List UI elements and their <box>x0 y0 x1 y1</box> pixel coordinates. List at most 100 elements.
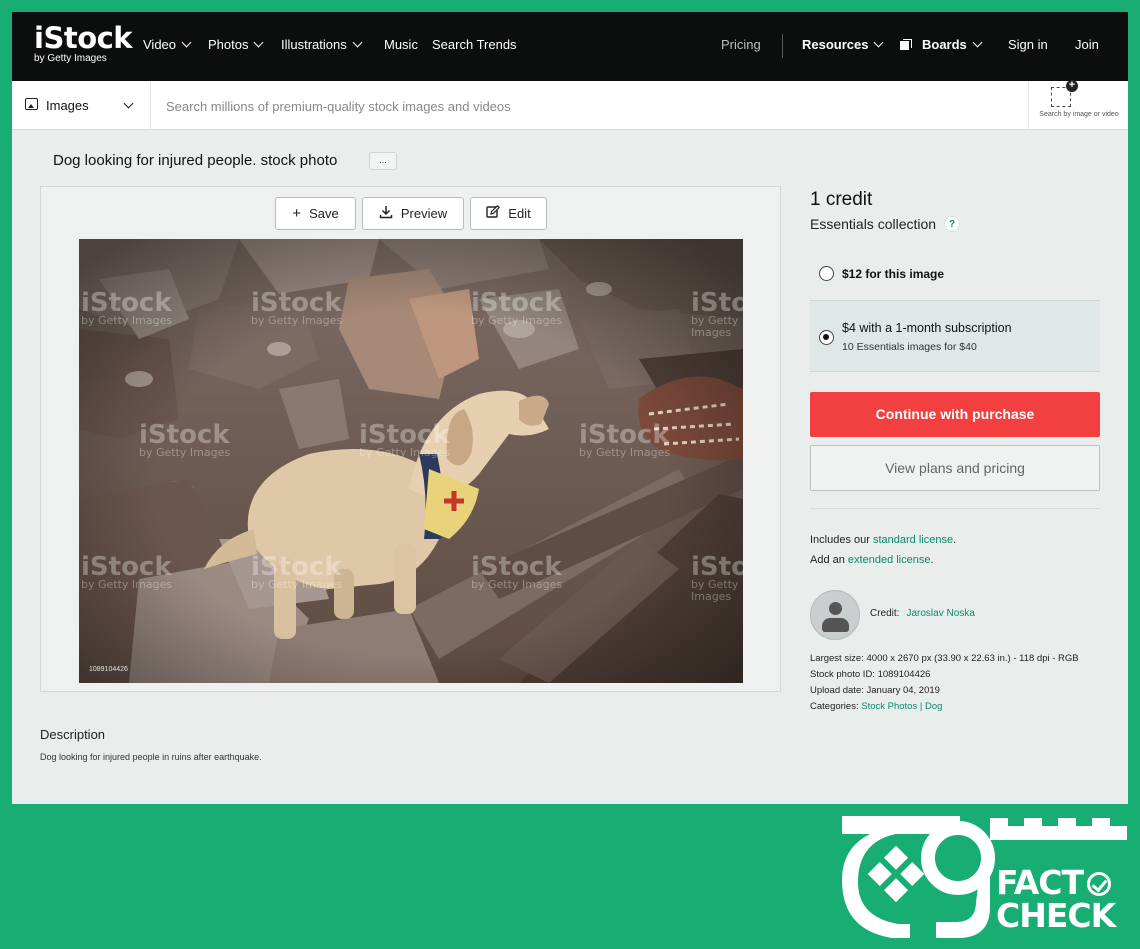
search-input[interactable] <box>166 93 1016 119</box>
chevron-down-icon <box>123 98 134 109</box>
view-plans-button[interactable]: View plans and pricing <box>810 445 1100 491</box>
stock-photo[interactable]: iStock by Getty Images iStock by Getty Ima… <box>79 239 743 683</box>
check-circle-icon <box>1087 872 1112 896</box>
logo-main: iStock <box>34 21 133 55</box>
factcheck-wordmark: FACT CHECK <box>996 866 1116 935</box>
divider <box>810 508 1100 509</box>
stock-id-value: 1089104426 <box>877 669 931 680</box>
categories-label: Categories: <box>810 701 859 712</box>
description-text: Dog looking for injured people in ruins … <box>40 752 262 762</box>
media-type-label: Images <box>46 98 89 113</box>
chevron-down-icon <box>972 37 983 48</box>
chevron-down-icon <box>254 37 264 48</box>
contributor-avatar[interactable] <box>810 590 860 640</box>
category-link-dog[interactable]: Dog <box>925 701 942 712</box>
watermark: iStockby Getty Images <box>471 552 563 591</box>
more-button[interactable]: ... <box>369 152 397 170</box>
photo-id-overlay: 1089104426 <box>89 666 128 673</box>
photo-illustration <box>79 239 743 683</box>
nav-boards[interactable]: Boards <box>900 37 983 52</box>
collection-name: Essentials collection <box>810 216 937 232</box>
search-by-image-label: Search by image or video <box>1039 111 1119 118</box>
media-type-select[interactable]: Images <box>12 81 151 130</box>
standard-license-link[interactable]: standard license <box>873 534 953 546</box>
extended-license-link[interactable]: extended license <box>848 554 931 566</box>
upload-date-value: January 04, 2019 <box>866 685 940 696</box>
description-heading: Description <box>40 727 106 742</box>
nav-search-trends[interactable]: Search Trends <box>432 37 517 52</box>
nav-pricing-label: Pricing <box>721 37 761 52</box>
avatar-body <box>822 618 849 632</box>
sign-in-label: Sign in <box>1008 37 1048 52</box>
stock-photo-id: Stock photo ID: 1089104426 <box>810 669 930 680</box>
license-suffix: . <box>953 534 957 546</box>
top-navigation: iStock by Getty Images Video Photos Illu… <box>12 12 1128 81</box>
watermark: iStockby Getty Images <box>139 420 231 459</box>
stock-id-label: Stock photo ID: <box>810 669 875 680</box>
category-separator: | <box>917 701 925 712</box>
nav-video-label: Video <box>143 37 177 52</box>
credit-label: Credit: <box>870 608 900 619</box>
browser-screen: iStock by Getty Images Video Photos Illu… <box>12 12 1128 804</box>
price-option-single[interactable]: $12 for this image <box>810 255 1100 295</box>
nav-resources-label: Resources <box>802 37 869 52</box>
watermark: iStockby Getty Images <box>471 288 563 327</box>
chevron-down-icon <box>352 37 363 48</box>
nav-boards-label: Boards <box>922 37 967 52</box>
watermark: iStockby Getty Images <box>359 420 451 459</box>
preview-button[interactable]: Preview <box>362 197 464 230</box>
extended-license-text: Add an extended license. <box>810 554 934 566</box>
watermark: iStockby Getty Images <box>251 288 343 327</box>
credit-line: Credit: Jaroslav Noska <box>870 608 975 619</box>
search-by-image-button[interactable]: Search by image or video <box>1028 80 1128 130</box>
factcheck-line2: CHECK <box>996 896 1116 935</box>
nav-resources[interactable]: Resources <box>802 37 884 52</box>
watermark: iStockby Getty Images <box>81 552 173 591</box>
standard-license-text: Includes our standard license. <box>810 534 956 546</box>
nav-video[interactable]: Video <box>143 37 192 52</box>
nav-pricing[interactable]: Pricing <box>721 37 761 52</box>
price-option-subscription-sub: 10 Essentials images for $40 <box>842 341 977 353</box>
nav-divider <box>782 34 783 58</box>
sign-in-link[interactable]: Sign in <box>1008 37 1048 52</box>
price-option-subscription[interactable]: $4 with a 1-month subscription 10 Essent… <box>810 300 1100 372</box>
join-label: Join <box>1075 37 1099 52</box>
continue-purchase-button[interactable]: Continue with purchase <box>810 392 1100 437</box>
edit-button[interactable]: Edit <box>470 197 547 230</box>
contributor-link[interactable]: Jaroslav Noska <box>906 608 974 619</box>
category-link-stock-photos[interactable]: Stock Photos <box>861 701 917 712</box>
boards-icon <box>900 38 912 51</box>
extended-suffix: . <box>930 554 934 566</box>
nav-music-label: Music <box>384 37 418 52</box>
edit-label: Edit <box>508 206 531 221</box>
search-by-image-icon <box>1051 80 1078 107</box>
nav-illustrations[interactable]: Illustrations <box>281 37 363 52</box>
price-option-subscription-label: $4 with a 1-month subscription <box>842 321 1012 335</box>
largest-size-value: 4000 x 2670 px (33.90 x 22.63 in.) - 118… <box>866 653 1079 664</box>
help-icon[interactable]: ? <box>944 216 961 232</box>
collection-label: Essentials collection ? <box>810 216 961 232</box>
upload-date: Upload date: January 04, 2019 <box>810 685 940 696</box>
radio-subscription[interactable] <box>819 330 834 345</box>
nav-search-trends-label: Search Trends <box>432 37 517 52</box>
istock-logo[interactable]: iStock by Getty Images <box>34 21 133 66</box>
upload-date-label: Upload date: <box>810 685 864 696</box>
page-title: Dog looking for injured people. stock ph… <box>53 152 338 169</box>
nav-photos[interactable]: Photos <box>208 37 264 52</box>
join-link[interactable]: Join <box>1075 37 1099 52</box>
preview-label: Preview <box>400 206 448 221</box>
radio-single[interactable] <box>819 266 834 281</box>
save-button[interactable]: + Save <box>275 197 356 230</box>
avatar-head <box>829 602 842 615</box>
largest-size-label: Largest size: <box>810 653 864 664</box>
license-prefix: Includes our <box>810 534 873 546</box>
price-option-single-label: $12 for this image <box>842 267 945 281</box>
nav-photos-label: Photos <box>208 37 249 52</box>
edit-icon <box>486 204 501 222</box>
largest-size: Largest size: 4000 x 2670 px (33.90 x 22… <box>810 653 1079 664</box>
plus-icon: + <box>292 205 302 222</box>
watermark: iStockby Getty Images <box>691 552 743 603</box>
watermark: iStockby Getty Images <box>579 420 671 459</box>
save-label: Save <box>309 206 339 221</box>
nav-music[interactable]: Music <box>384 37 418 52</box>
